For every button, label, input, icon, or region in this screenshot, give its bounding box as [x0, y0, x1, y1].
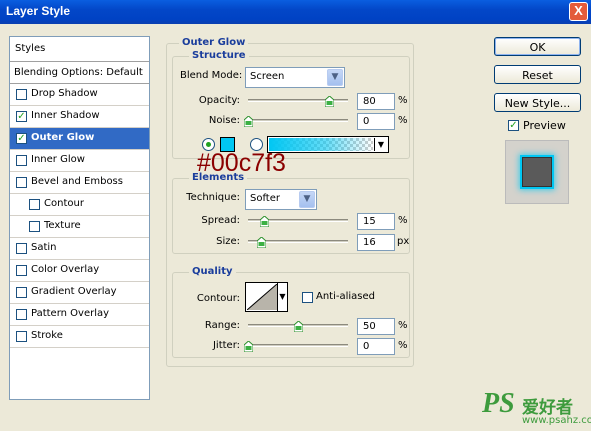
range-slider-thumb[interactable] [294, 321, 303, 332]
blend-mode-value: Screen [250, 71, 285, 82]
checkbox-icon[interactable]: ✓ [16, 111, 27, 122]
jitter-slider-track[interactable] [248, 344, 348, 347]
spread-input[interactable]: 15 [357, 213, 395, 230]
sidebar-item-gradient-overlay[interactable]: Gradient Overlay [10, 282, 149, 304]
close-button[interactable]: X [569, 2, 588, 21]
close-icon: X [574, 3, 583, 18]
checkbox-icon[interactable] [16, 309, 27, 320]
blend-mode-label: Blend Mode: [180, 70, 243, 81]
sidebar-item-label: Bevel and Emboss [31, 176, 123, 187]
chevron-down-icon: ▼ [299, 191, 315, 208]
title-bar: Layer Style X [0, 0, 591, 24]
sidebar-item-label: Pattern Overlay [31, 308, 110, 319]
blend-mode-select[interactable]: Screen ▼ [245, 67, 345, 88]
sidebar-item-label: Stroke [31, 330, 63, 341]
preview-label: Preview [523, 119, 566, 132]
spread-unit: % [398, 215, 408, 226]
quality-title: Quality [189, 266, 236, 277]
sidebar-item-inner-shadow[interactable]: ✓ Inner Shadow [10, 106, 149, 128]
noise-slider-track[interactable] [248, 119, 348, 122]
elements-title: Elements [189, 172, 248, 183]
outer-glow-title: Outer Glow [179, 37, 249, 48]
checkbox-icon[interactable]: ✓ [16, 133, 27, 144]
technique-select[interactable]: Softer ▼ [245, 189, 317, 210]
preview-swatch [522, 157, 552, 187]
opacity-input[interactable]: 80 [357, 93, 395, 110]
noise-slider-thumb[interactable] [244, 116, 253, 127]
jitter-unit: % [398, 340, 408, 351]
sidebar-item-drop-shadow[interactable]: Drop Shadow [10, 84, 149, 106]
jitter-slider-thumb[interactable] [244, 341, 253, 352]
styles-header[interactable]: Styles [10, 37, 149, 62]
checkbox-icon[interactable] [16, 287, 27, 298]
sidebar-item-texture[interactable]: Texture [10, 216, 149, 238]
size-label: Size: [216, 236, 240, 247]
noise-label: Noise: [208, 115, 240, 126]
radio-dot [206, 142, 211, 147]
size-unit: px [397, 236, 410, 247]
size-input[interactable]: 16 [357, 234, 395, 251]
blending-options[interactable]: Blending Options: Default [10, 62, 149, 84]
spread-label: Spread: [201, 215, 240, 226]
jitter-input[interactable]: 0 [357, 338, 395, 355]
styles-sidebar: Styles Blending Options: Default Drop Sh… [9, 36, 150, 400]
checkbox-icon[interactable] [16, 331, 27, 342]
preview-checkbox[interactable]: ✓ [508, 120, 519, 131]
range-unit: % [398, 320, 408, 331]
style-preview [505, 140, 569, 204]
sidebar-item-label: Drop Shadow [31, 88, 98, 99]
size-slider-thumb[interactable] [257, 237, 266, 248]
sidebar-item-bevel-and-emboss[interactable]: Bevel and Emboss [10, 172, 149, 194]
sidebar-item-label: Contour [44, 198, 84, 209]
window-title: Layer Style [6, 4, 71, 18]
sidebar-item-satin[interactable]: Satin [10, 238, 149, 260]
sidebar-item-label: Satin [31, 242, 57, 253]
sidebar-item-label: Texture [44, 220, 81, 231]
contour-picker[interactable]: ▼ [245, 282, 288, 312]
chevron-down-icon: ▼ [327, 69, 343, 86]
watermark-url: www.psahz.com [522, 415, 591, 426]
gradient-dropdown-icon[interactable]: ▼ [374, 138, 387, 151]
jitter-label: Jitter: [212, 340, 240, 351]
watermark-logo: PS [482, 388, 515, 419]
noise-input[interactable]: 0 [357, 113, 395, 130]
reset-button[interactable]: Reset [494, 65, 581, 84]
sidebar-item-label: Color Overlay [31, 264, 100, 275]
technique-value: Softer [250, 193, 280, 204]
anti-aliased-label: Anti-aliased [316, 291, 376, 302]
sidebar-item-stroke[interactable]: Stroke [10, 326, 149, 348]
anti-aliased-checkbox[interactable] [302, 292, 313, 303]
new-style-button[interactable]: New Style... [494, 93, 581, 112]
opacity-unit: % [398, 95, 408, 106]
sidebar-item-color-overlay[interactable]: Color Overlay [10, 260, 149, 282]
opacity-label: Opacity: [198, 95, 240, 106]
sidebar-item-label: Inner Shadow [31, 110, 100, 121]
sidebar-item-pattern-overlay[interactable]: Pattern Overlay [10, 304, 149, 326]
sidebar-item-inner-glow[interactable]: Inner Glow [10, 150, 149, 172]
checkbox-icon[interactable] [29, 221, 40, 232]
noise-unit: % [398, 115, 408, 126]
sidebar-item-label: Inner Glow [31, 154, 85, 165]
sidebar-item-contour[interactable]: Contour [10, 194, 149, 216]
sidebar-item-label: Outer Glow [31, 132, 95, 143]
structure-title: Structure [189, 50, 249, 61]
range-label: Range: [204, 320, 240, 331]
technique-label: Technique: [186, 192, 240, 203]
sidebar-item-label: Gradient Overlay [31, 286, 117, 297]
checkbox-icon[interactable] [16, 155, 27, 166]
contour-preview-icon [247, 284, 277, 310]
spread-slider-thumb[interactable] [260, 216, 269, 227]
checkbox-icon[interactable] [16, 265, 27, 276]
ok-button[interactable]: OK [494, 37, 581, 56]
range-input[interactable]: 50 [357, 318, 395, 335]
contour-dropdown-icon[interactable]: ▼ [277, 283, 287, 311]
checkbox-icon[interactable] [29, 199, 40, 210]
sidebar-item-outer-glow[interactable]: ✓ Outer Glow [10, 128, 149, 150]
opacity-slider-thumb[interactable] [325, 96, 334, 107]
checkbox-icon[interactable] [16, 243, 27, 254]
checkbox-icon[interactable] [16, 89, 27, 100]
contour-label: Contour: [196, 293, 240, 304]
checkbox-icon[interactable] [16, 177, 27, 188]
